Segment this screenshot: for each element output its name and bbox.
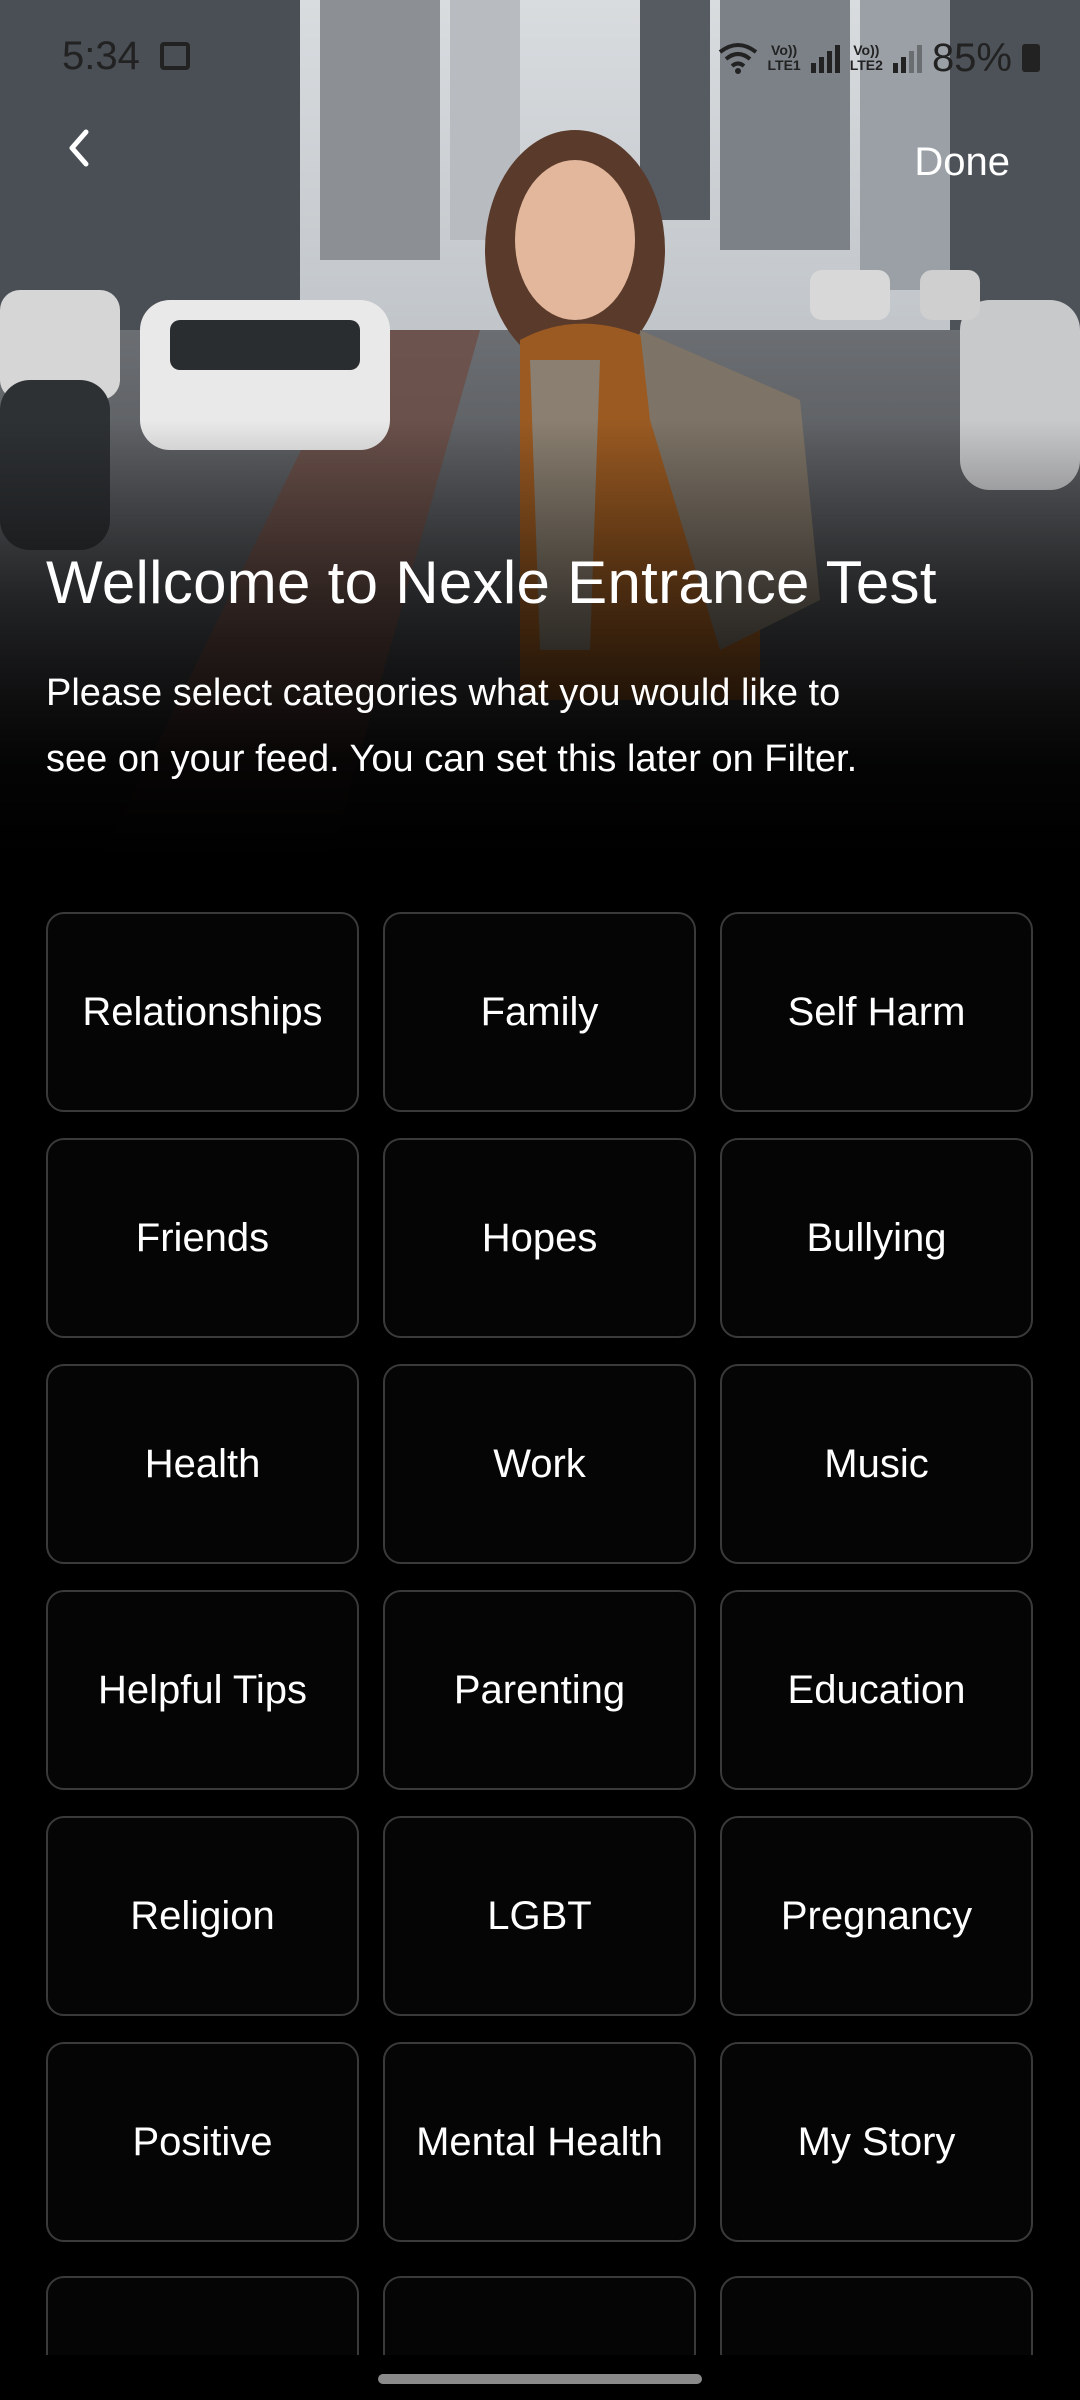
category-grid: Relationships Family Self Harm Friends H…: [46, 912, 1034, 2242]
home-indicator[interactable]: [378, 2374, 702, 2384]
chevron-left-icon: [69, 129, 89, 167]
category-tile-family[interactable]: Family: [383, 912, 696, 1112]
gallery-notification-icon: [160, 42, 190, 70]
status-time: 5:34: [62, 34, 140, 78]
page-description: Please select categories what you would …: [46, 672, 858, 780]
category-tile-helpful-tips[interactable]: Helpful Tips: [46, 1590, 359, 1790]
category-tile-my-story[interactable]: My Story: [720, 2042, 1033, 2242]
lte2-label: Vo)) LTE2: [849, 42, 883, 73]
category-tile-relationships[interactable]: Relationships: [46, 912, 359, 1112]
category-tile-partial[interactable]: [720, 2276, 1033, 2360]
category-tile-music[interactable]: Music: [720, 1364, 1033, 1564]
battery-percent: 85%: [931, 35, 1012, 80]
battery-icon: [1022, 44, 1040, 72]
signal-icon-1: [810, 43, 840, 73]
status-icons: Vo)) LTE1 Vo)) LTE2 85%: [718, 34, 1040, 82]
wifi-icon: [718, 43, 757, 74]
category-tile-religion[interactable]: Religion: [46, 1816, 359, 2016]
page-title: Wellcome to Nexle Entrance Test: [46, 549, 937, 616]
category-tile-pregnancy[interactable]: Pregnancy: [720, 1816, 1033, 2016]
signal-icon-2: [892, 43, 922, 73]
status-bar: 5:34 Vo)) LTE1 Vo)) LTE2 85%: [0, 0, 1080, 120]
category-tile-work[interactable]: Work: [383, 1364, 696, 1564]
category-grid-partial-row: [46, 2276, 1034, 2360]
category-tile-self-harm[interactable]: Self Harm: [720, 912, 1033, 1112]
category-tile-partial[interactable]: [46, 2276, 359, 2360]
back-button[interactable]: [50, 118, 110, 178]
lte1-label: Vo)) LTE1: [767, 42, 801, 73]
category-tile-mental-health[interactable]: Mental Health: [383, 2042, 696, 2242]
done-button[interactable]: Done: [914, 140, 1010, 185]
category-tile-partial[interactable]: [383, 2276, 696, 2360]
category-tile-parenting[interactable]: Parenting: [383, 1590, 696, 1790]
category-tile-health[interactable]: Health: [46, 1364, 359, 1564]
category-tile-education[interactable]: Education: [720, 1590, 1033, 1790]
category-tile-lgbt[interactable]: LGBT: [383, 1816, 696, 2016]
category-tile-hopes[interactable]: Hopes: [383, 1138, 696, 1338]
category-tile-friends[interactable]: Friends: [46, 1138, 359, 1338]
category-tile-bullying[interactable]: Bullying: [720, 1138, 1033, 1338]
category-tile-positive[interactable]: Positive: [46, 2042, 359, 2242]
